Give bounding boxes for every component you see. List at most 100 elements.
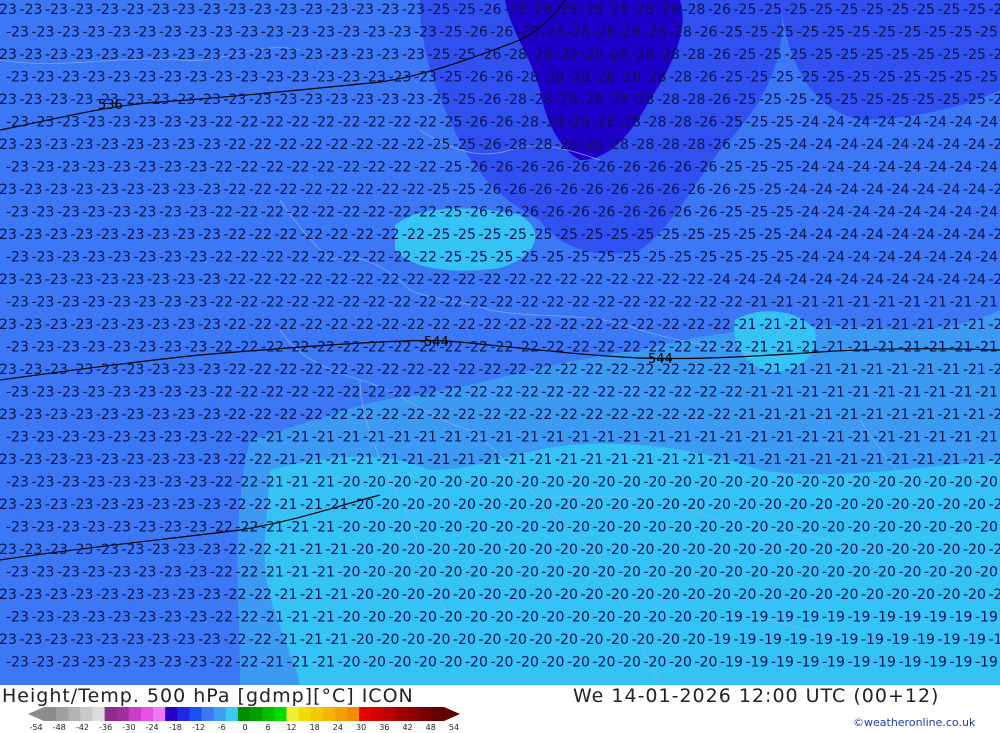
- temperature-label: -25: [938, 2, 961, 18]
- legend-swatch: [286, 707, 299, 721]
- temperature-label: -20: [465, 475, 488, 491]
- temperature-label: -23: [134, 565, 157, 581]
- temperature-label: -22: [275, 182, 298, 198]
- temperature-label: -22: [683, 317, 706, 333]
- legend-swatch: [177, 707, 190, 721]
- temperature-label: -23: [351, 2, 374, 18]
- temperature-label: -20: [950, 475, 973, 491]
- temperature-label: -20: [873, 565, 896, 581]
- temperature-label: -20: [428, 587, 451, 603]
- temperature-label: -23: [198, 317, 221, 333]
- temperature-label: -22: [287, 340, 310, 356]
- temperature-label: -21: [873, 295, 896, 311]
- temperature-label: -21: [275, 632, 298, 648]
- temperature-label: -23: [20, 632, 43, 648]
- legend-swatch: [322, 707, 336, 721]
- temperature-label: -21: [567, 430, 590, 446]
- temperature-label: -25: [657, 227, 680, 243]
- temperature-label: -20: [924, 475, 947, 491]
- temperature-label: -23: [122, 362, 145, 378]
- temperature-label: -23: [57, 25, 80, 41]
- temperature-label: -20: [657, 632, 680, 648]
- temperature-label: -21: [950, 340, 973, 356]
- temperature-label: -22: [504, 362, 527, 378]
- temperature-label: -20: [822, 520, 845, 536]
- temperature-label: -26: [530, 182, 553, 198]
- temperature-label: -24: [797, 205, 820, 221]
- temperature-label: -28: [504, 47, 527, 63]
- temperature-label: -21: [785, 407, 808, 423]
- temperature-label: -20: [669, 610, 692, 626]
- temperature-label: -22: [542, 295, 565, 311]
- temperature-label: -19: [899, 655, 922, 671]
- temperature-label: -23: [83, 475, 106, 491]
- temperature-label: -22: [402, 227, 425, 243]
- temperature-label: -23: [198, 407, 221, 423]
- temperature-label: -20: [567, 610, 590, 626]
- temperature-label: -20: [873, 475, 896, 491]
- temperature-label: -22: [377, 317, 400, 333]
- temperature-label: -25: [683, 227, 706, 243]
- temperature-label: -22: [338, 115, 361, 131]
- temperature-label: -25: [734, 137, 757, 153]
- temperature-label: -22: [414, 205, 437, 221]
- temperature-label: -23: [108, 115, 131, 131]
- temperature-label: -24: [861, 137, 884, 153]
- temperature-label: -23: [32, 385, 55, 401]
- temperature-label: -22: [428, 272, 451, 288]
- temperature-label: -26: [695, 25, 718, 41]
- temperature-label: -25: [555, 227, 578, 243]
- temperature-label: -25: [759, 137, 782, 153]
- temperature-label: -23: [122, 47, 145, 63]
- temperature-label: -23: [0, 632, 17, 648]
- temperature-label: -20: [720, 475, 743, 491]
- height-label: 544: [424, 335, 449, 350]
- temperature-label: -23: [210, 25, 233, 41]
- temperature-label: -23: [20, 47, 43, 63]
- temperature-label: -22: [210, 250, 233, 266]
- temperature-label: -25: [746, 205, 769, 221]
- temperature-label: -21: [938, 317, 961, 333]
- temperature-label: -21: [887, 317, 910, 333]
- temperature-label: -28: [530, 137, 553, 153]
- temperature-label: -22: [236, 205, 259, 221]
- temperature-label: -23: [57, 340, 80, 356]
- map-title: Height/Temp. 500 hPa [gdmp][°C] ICON: [2, 685, 414, 707]
- temperature-label: -24: [963, 272, 986, 288]
- temperature-label: -25: [771, 160, 794, 176]
- temperature-label: -25: [810, 47, 833, 63]
- temperature-label: -22: [261, 205, 284, 221]
- legend-swatch: [213, 707, 227, 721]
- temperature-label: -22: [224, 407, 247, 423]
- temperature-label: -23: [173, 497, 196, 513]
- temperature-label: -23: [83, 115, 106, 131]
- temperature-label: -21: [734, 407, 757, 423]
- temperature-label: -20: [530, 542, 553, 558]
- temperature-label: -22: [504, 407, 527, 423]
- temperature-label: -26: [465, 160, 488, 176]
- temperature-label: -22: [555, 317, 578, 333]
- temperature-label: -21: [848, 385, 871, 401]
- temperature-label: -23: [351, 92, 374, 108]
- temperature-label: -20: [708, 542, 731, 558]
- temperature-label: -26: [683, 182, 706, 198]
- temperature-label: -28: [669, 25, 692, 41]
- temperature-label: -26: [555, 182, 578, 198]
- legend-swatch: [310, 707, 324, 721]
- temperature-label: -24: [912, 137, 935, 153]
- temperature-label: -23: [122, 272, 145, 288]
- temperature-label: -21: [822, 295, 845, 311]
- temperature-label: -24: [797, 160, 820, 176]
- temperature-label: -22: [606, 407, 629, 423]
- temperature-label: -20: [810, 497, 833, 513]
- temperature-label: -22: [210, 295, 233, 311]
- temperature-label: -26: [479, 92, 502, 108]
- temperature-label: -28: [593, 115, 616, 131]
- temperature-label: -23: [173, 47, 196, 63]
- temperature-label: -23: [108, 430, 131, 446]
- temperature-label: -22: [516, 385, 539, 401]
- temperature-label: -23: [134, 520, 157, 536]
- temperature-label: -26: [491, 205, 514, 221]
- temperature-label: -21: [440, 430, 463, 446]
- temperature-label: -28: [555, 2, 578, 18]
